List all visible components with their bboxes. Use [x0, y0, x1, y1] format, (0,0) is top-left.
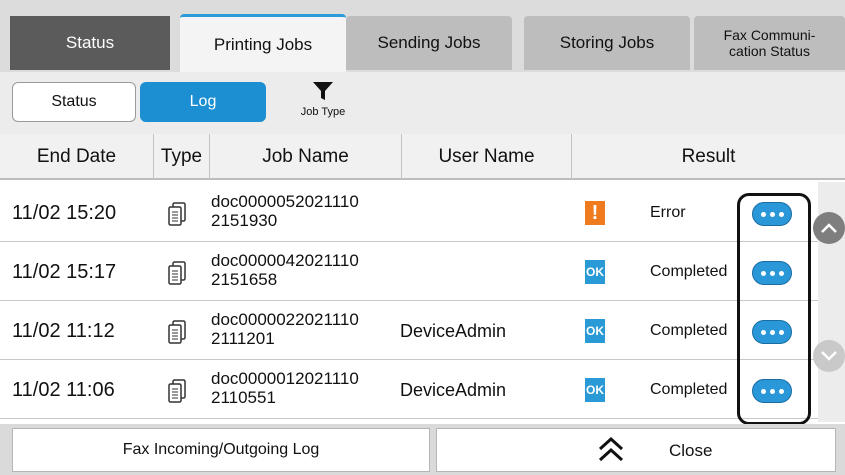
ok-icon: OK [585, 319, 605, 343]
job-name-line-1: doc0000022021110 [211, 310, 359, 329]
dot-icon [769, 270, 775, 276]
tab-fax-communication-status[interactable]: Fax Communi- cation Status [694, 16, 845, 70]
tab-fax-line-2: cation Status [729, 43, 810, 59]
table-row[interactable]: 11/02 11:12 doc0000022021110 2111201 Dev… [0, 302, 845, 360]
job-name: doc0000022021110 2111201 [211, 310, 359, 348]
job-name-line-2: 2110551 [211, 388, 276, 407]
fax-log-button[interactable]: Fax Incoming/Outgoing Log [12, 428, 430, 472]
job-name-line-1: doc0000012021110 [211, 369, 359, 388]
error-icon: ! [585, 201, 605, 225]
dot-icon [769, 388, 775, 394]
document-icon [168, 379, 186, 403]
dot-icon [760, 211, 766, 217]
job-type-filter-button[interactable]: Job Type [290, 78, 356, 128]
document-icon [168, 202, 186, 226]
details-button[interactable] [752, 320, 792, 344]
header-end-date[interactable]: End Date [0, 134, 154, 180]
dot-icon [769, 211, 775, 217]
status-button[interactable]: Status [12, 82, 136, 122]
table-row[interactable]: 11/02 15:20 doc0000052021110 2151930 ! E… [0, 184, 845, 242]
tab-status[interactable]: Status [10, 16, 170, 70]
job-name-line-2: 2151658 [211, 270, 278, 289]
document-icon [168, 261, 186, 285]
close-button[interactable]: Close [436, 428, 836, 472]
dot-icon [769, 329, 775, 335]
chevron-up-icon [821, 223, 837, 233]
filter-icon [313, 82, 333, 100]
dot-icon [760, 270, 766, 276]
result-text: Completed [650, 263, 728, 280]
end-date: 11/02 15:20 [12, 201, 117, 224]
double-chevron-up-icon [598, 437, 624, 462]
job-name-line-2: 2151930 [211, 211, 278, 230]
result-text: Error [650, 204, 686, 221]
job-name: doc0000012021110 2110551 [211, 369, 359, 407]
tab-printing-jobs[interactable]: Printing Jobs [180, 14, 346, 72]
job-type-label: Job Type [300, 106, 346, 118]
table-row[interactable]: 11/02 11:06 doc0000012021110 2110551 Dev… [0, 361, 845, 419]
header-user-name[interactable]: User Name [402, 134, 572, 180]
result-text: Completed [650, 322, 728, 339]
document-icon [168, 320, 186, 344]
header-job-name[interactable]: Job Name [210, 134, 402, 180]
end-date: 11/02 15:17 [12, 260, 117, 283]
dot-icon [778, 388, 784, 394]
tab-bar: Status Printing Jobs Sending Jobs Storin… [0, 0, 845, 72]
bottom-bar: Fax Incoming/Outgoing Log Close [0, 424, 845, 475]
dot-icon [778, 270, 784, 276]
user-name: DeviceAdmin [400, 379, 507, 400]
dot-icon [760, 388, 766, 394]
details-button[interactable] [752, 261, 792, 285]
end-date: 11/02 11:06 [12, 378, 115, 401]
close-label: Close [669, 441, 713, 460]
end-date: 11/02 11:12 [12, 319, 115, 342]
job-name-line-1: doc0000042021110 [211, 251, 359, 270]
chevron-down-icon [821, 351, 837, 361]
ok-icon: OK [585, 378, 605, 402]
table-row[interactable]: 11/02 15:17 doc0000042021110 2151658 OK … [0, 243, 845, 301]
sub-toolbar: Status Log Job Type [0, 72, 845, 134]
log-button[interactable]: Log [140, 82, 266, 122]
tab-storing-jobs[interactable]: Storing Jobs [524, 16, 690, 70]
dot-icon [778, 211, 784, 217]
scroll-up-button[interactable] [813, 212, 845, 244]
dot-icon [760, 329, 766, 335]
dot-icon [778, 329, 784, 335]
table-header: End Date Type Job Name User Name Result [0, 134, 845, 180]
job-name: doc0000042021110 2151658 [211, 251, 359, 289]
job-name-line-2: 2111201 [211, 329, 275, 348]
tab-sending-jobs[interactable]: Sending Jobs [346, 16, 512, 70]
scroll-down-button[interactable] [813, 340, 845, 372]
header-result[interactable]: Result [572, 134, 845, 180]
ok-icon: OK [585, 260, 605, 284]
details-button[interactable] [752, 202, 792, 226]
header-type[interactable]: Type [154, 134, 210, 180]
user-name: DeviceAdmin [400, 320, 507, 341]
job-name-line-1: doc0000052021110 [211, 192, 359, 211]
tab-fax-line-1: Fax Communi- [723, 27, 816, 43]
result-text: Completed [650, 381, 728, 398]
details-button[interactable] [752, 379, 792, 403]
job-name: doc0000052021110 2151930 [211, 192, 359, 230]
